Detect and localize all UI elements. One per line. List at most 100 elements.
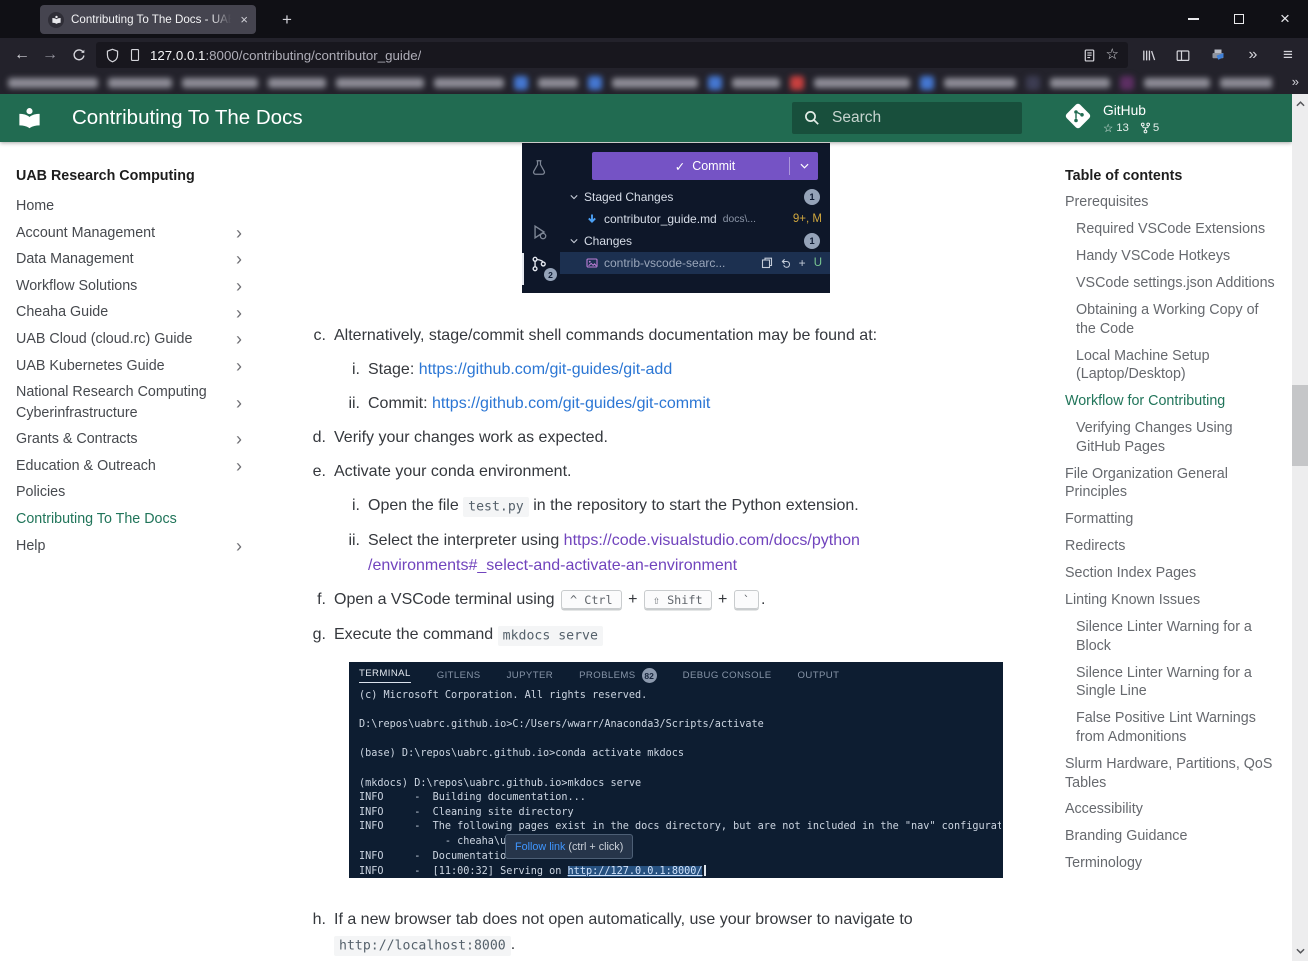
staged-file-name: contributor_guide.md xyxy=(604,212,717,226)
app-menu-icon[interactable]: ≡ xyxy=(1274,42,1302,68)
toc-item[interactable]: Formatting xyxy=(1065,510,1281,529)
reader-mode-icon[interactable] xyxy=(1082,48,1097,63)
bookmark-item-redacted[interactable] xyxy=(814,78,910,88)
sidebar-item[interactable]: Account Management› xyxy=(16,220,248,247)
toc-item[interactable]: Prerequisites xyxy=(1065,193,1281,212)
discard-changes-icon xyxy=(780,257,792,269)
sidebar-item[interactable]: Data Management› xyxy=(16,246,248,273)
bookmark-item-redacted[interactable] xyxy=(732,78,780,88)
page-info-icon[interactable] xyxy=(128,48,142,62)
toc-item[interactable]: Obtaining a Working Copy of the Code xyxy=(1065,301,1281,338)
bookmark-star-icon[interactable]: ☆ xyxy=(1106,48,1119,62)
terminal-line: (mkdocs) D:\repos\uabrc.github.io>mkdocs… xyxy=(359,778,1001,793)
printer-extension-icon[interactable] xyxy=(1204,42,1232,68)
window-scrollbar[interactable] xyxy=(1292,94,1308,961)
github-repo-link[interactable]: GitHub ☆13 5 xyxy=(1063,101,1159,135)
bookmark-item-redacted[interactable] xyxy=(108,78,172,88)
bookmark-item-redacted[interactable] xyxy=(920,76,934,90)
sidebar-item[interactable]: Grants & Contracts› xyxy=(16,426,248,453)
library-icon[interactable] xyxy=(1134,42,1162,68)
tooltip-hint-text: (ctrl + click) xyxy=(565,841,623,853)
scroll-down-icon[interactable] xyxy=(1296,948,1305,954)
sidebar-item[interactable]: Help› xyxy=(16,533,248,560)
sidebar-item[interactable]: Contributing To The Docs xyxy=(16,506,248,533)
bookmark-item-redacted[interactable] xyxy=(182,78,258,88)
shield-icon[interactable] xyxy=(105,48,120,63)
git-logo-icon xyxy=(1063,101,1093,131)
collapse-chevron-icon xyxy=(570,194,578,200)
hyperlink[interactable]: https://github.com/git-guides/git-add xyxy=(419,361,673,378)
bookmark-item-redacted[interactable] xyxy=(944,78,1016,88)
new-tab-button[interactable]: + xyxy=(274,7,300,33)
terminal-output: (c) Microsoft Corporation. All rights re… xyxy=(359,690,1001,878)
toc-item[interactable]: Redirects xyxy=(1065,537,1281,556)
bookmark-item-redacted[interactable] xyxy=(1144,78,1210,88)
hyperlink[interactable]: https://code.visualstudio.com/docs/pytho… xyxy=(368,532,860,574)
bookmark-item-redacted[interactable] xyxy=(1120,76,1134,90)
scrollbar-thumb[interactable] xyxy=(1292,385,1308,466)
terminal-tab: TERMINAL xyxy=(359,668,411,683)
sidebar-item[interactable]: UAB Kubernetes Guide› xyxy=(16,353,248,380)
toc-item[interactable]: Accessibility xyxy=(1065,800,1281,819)
bookmark-item-redacted[interactable] xyxy=(336,78,424,88)
bookmark-item-redacted[interactable] xyxy=(612,78,698,88)
back-button[interactable]: ← xyxy=(8,42,36,68)
site-logo-icon[interactable] xyxy=(16,104,43,131)
sidebar-item[interactable]: Cheaha Guide› xyxy=(16,299,248,326)
toc-item[interactable]: Workflow for Contributing xyxy=(1065,392,1281,411)
toc-item[interactable]: Silence Linter Warning for a Block xyxy=(1065,618,1281,655)
url-bar[interactable]: 127.0.0.1:8000/contributing/contributor_… xyxy=(96,42,1128,68)
toc-item[interactable]: VSCode settings.json Additions xyxy=(1065,274,1281,293)
sidebar-toggle-icon[interactable] xyxy=(1169,42,1197,68)
toc-item[interactable]: Required VSCode Extensions xyxy=(1065,220,1281,239)
bookmark-item-redacted[interactable] xyxy=(708,76,722,90)
toc-item[interactable]: False Positive Lint Warnings from Admoni… xyxy=(1065,709,1281,746)
bookmark-item-redacted[interactable] xyxy=(1050,78,1110,88)
toc-item[interactable]: Verifying Changes Using GitHub Pages xyxy=(1065,419,1281,456)
sidebar-item[interactable]: National Research Computing Cyberinfrast… xyxy=(16,379,248,426)
toc-item[interactable]: Local Machine Setup (Laptop/Desktop) xyxy=(1065,347,1281,384)
bookmark-item-redacted[interactable] xyxy=(514,76,528,90)
tab-close-icon[interactable]: × xyxy=(238,12,248,27)
toc-item[interactable]: File Organization General Principles xyxy=(1065,465,1281,502)
bookmark-item-redacted[interactable] xyxy=(588,76,602,90)
window-maximize-button[interactable] xyxy=(1224,4,1254,34)
sidebar-item[interactable]: Policies xyxy=(16,479,248,506)
step-text: Select the interpreter using https://cod… xyxy=(368,528,1003,578)
inline-code: test.py xyxy=(463,497,529,517)
bookmark-item-redacted[interactable] xyxy=(790,76,804,90)
forward-button[interactable]: → xyxy=(36,42,64,68)
sidebar-item-label: Cheaha Guide xyxy=(16,302,108,322)
sidebar-item[interactable]: Education & Outreach› xyxy=(16,453,248,480)
toc-item[interactable]: Section Index Pages xyxy=(1065,564,1281,583)
sidebar-item[interactable]: Home xyxy=(16,193,248,220)
search-input[interactable]: Search xyxy=(792,102,1022,134)
toolbar-overflow-icon[interactable]: » xyxy=(1239,42,1267,68)
bookmark-item-redacted[interactable] xyxy=(434,78,504,88)
toc-item[interactable]: Branding Guidance xyxy=(1065,827,1281,846)
scroll-up-icon[interactable] xyxy=(1296,101,1305,107)
bookmark-item-redacted[interactable] xyxy=(268,78,326,88)
bookmarks-overflow-icon[interactable]: » xyxy=(1292,74,1299,89)
sidebar-item[interactable]: Workflow Solutions› xyxy=(16,273,248,300)
bookmark-item-redacted[interactable] xyxy=(538,78,578,88)
step-text: Open a VSCode terminal using ^ Ctrl + ⇧ … xyxy=(334,587,1003,613)
window-minimize-button[interactable] xyxy=(1178,4,1208,34)
sidebar-item[interactable]: UAB Cloud (cloud.rc) Guide› xyxy=(16,326,248,353)
toc-item[interactable]: Linting Known Issues xyxy=(1065,591,1281,610)
terminal-line: INFO - Cleaning site directory xyxy=(359,807,1001,822)
toc-item[interactable]: Silence Linter Warning for a Single Line xyxy=(1065,664,1281,701)
toc-item[interactable]: Terminology xyxy=(1065,854,1281,873)
inline-code: mkdocs serve xyxy=(498,626,603,646)
browser-tab[interactable]: Contributing To The Docs - UAB × xyxy=(40,5,256,34)
bookmark-item-redacted[interactable] xyxy=(8,78,98,88)
toc-item[interactable]: Slurm Hardware, Partitions, QoS Tables xyxy=(1065,755,1281,792)
window-close-button[interactable]: × xyxy=(1270,4,1300,34)
hyperlink[interactable]: https://github.com/git-guides/git-commit xyxy=(432,395,710,412)
inline-code: http://localhost:8000 xyxy=(334,936,511,956)
bookmark-item-redacted[interactable] xyxy=(1026,76,1040,90)
bookmark-item-redacted[interactable] xyxy=(1220,78,1272,88)
reload-button[interactable] xyxy=(64,42,92,68)
chevron-right-icon: › xyxy=(236,433,248,445)
toc-item[interactable]: Handy VSCode Hotkeys xyxy=(1065,247,1281,266)
